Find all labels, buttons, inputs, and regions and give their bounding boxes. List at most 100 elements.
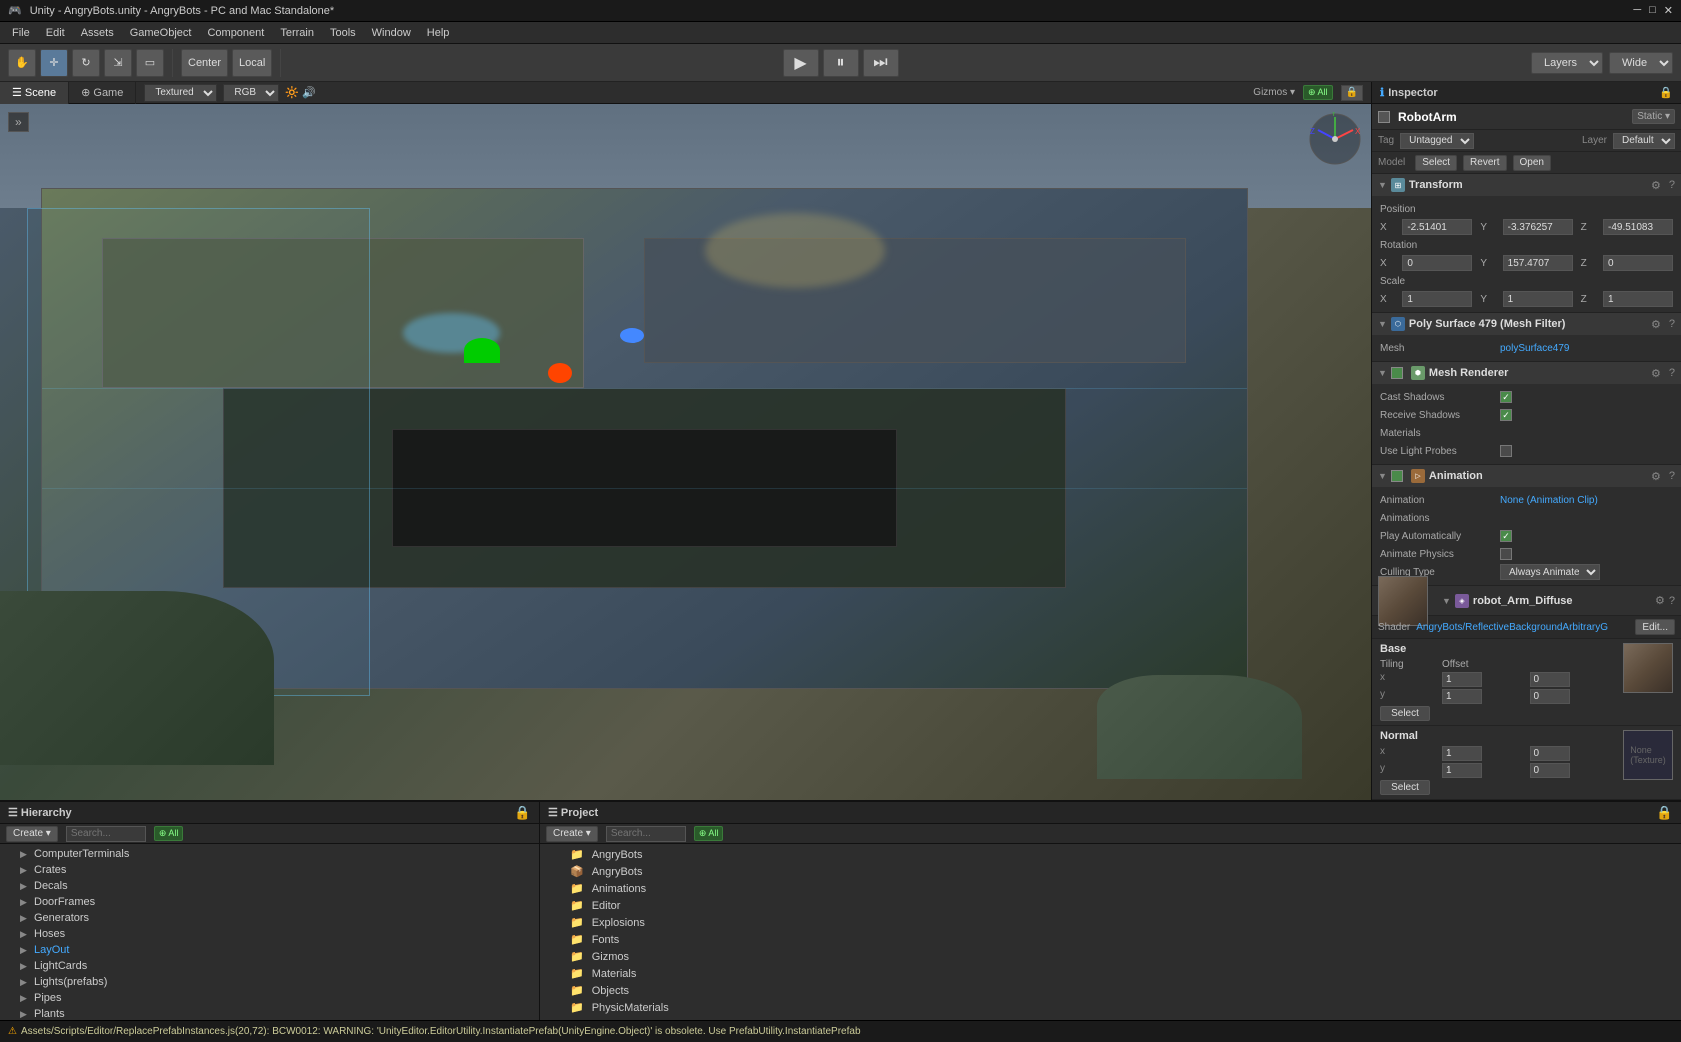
project-search[interactable] — [606, 826, 686, 842]
move-tool[interactable]: ✛ — [40, 49, 68, 77]
rot-x-input[interactable] — [1402, 255, 1472, 271]
inspector-lock[interactable]: 🔒 — [1659, 86, 1673, 99]
meshfilter-help-icon[interactable]: ? — [1669, 318, 1675, 330]
menu-window[interactable]: Window — [364, 27, 419, 39]
hier-item-layout[interactable]: ▶ LayOut — [0, 942, 539, 958]
hand-tool[interactable]: ✋ — [8, 49, 36, 77]
proj-item-prefabs[interactable]: 📁 Prefabs — [540, 1016, 1681, 1020]
textured-dropdown[interactable]: Textured — [144, 84, 217, 102]
use-light-probes-check[interactable] — [1500, 445, 1512, 457]
scene-3d-view[interactable]: X Z Y » — [0, 104, 1371, 800]
menu-component[interactable]: Component — [199, 27, 272, 39]
meshrenderer-enabled[interactable] — [1391, 367, 1403, 379]
play-auto-check[interactable]: ✓ — [1500, 530, 1512, 542]
hierarchy-create-btn[interactable]: Create ▾ — [6, 826, 58, 842]
menu-help[interactable]: Help — [419, 27, 458, 39]
scale-tool[interactable]: ⇲ — [104, 49, 132, 77]
proj-item-fonts[interactable]: 📁 Fonts — [540, 931, 1681, 948]
proj-item-animations[interactable]: 📁 Animations — [540, 880, 1681, 897]
center-button[interactable]: Center — [181, 49, 228, 77]
culling-type-dropdown[interactable]: Always Animate — [1500, 564, 1600, 580]
gizmos-btn[interactable]: Gizmos ▾ — [1253, 87, 1295, 98]
all-btn[interactable]: ⊕ All — [1303, 85, 1333, 100]
transform-header[interactable]: ▼ ⊞ Transform ⚙ ? — [1372, 174, 1681, 196]
proj-item-gizmos[interactable]: 📁 Gizmos — [540, 948, 1681, 965]
scene-icons[interactable]: 🔆 🔊 — [285, 86, 315, 99]
pos-y-input[interactable] — [1503, 219, 1573, 235]
proj-item-physicmaterials[interactable]: 📁 PhysicMaterials — [540, 999, 1681, 1016]
local-button[interactable]: Local — [232, 49, 272, 77]
proj-item-angrybots-folder[interactable]: 📁 AngryBots — [540, 846, 1681, 863]
normal-offset-y[interactable] — [1530, 763, 1570, 778]
base-offset-x[interactable] — [1530, 672, 1570, 687]
hier-item-lights[interactable]: ▶ Lights(prefabs) — [0, 974, 539, 990]
step-button[interactable]: ⏭ — [863, 49, 899, 77]
pos-x-input[interactable] — [1402, 219, 1472, 235]
maximize-btn[interactable]: □ — [1649, 4, 1656, 17]
menu-gameobject[interactable]: GameObject — [122, 27, 200, 39]
collapse-btn[interactable]: » — [8, 112, 29, 132]
cast-shadows-check[interactable]: ✓ — [1500, 391, 1512, 403]
rot-y-input[interactable] — [1503, 255, 1573, 271]
select-model-btn[interactable]: Select — [1415, 155, 1457, 171]
animation-enabled[interactable] — [1391, 470, 1403, 482]
proj-item-angrybots-pkg[interactable]: 📦 AngryBots — [540, 863, 1681, 880]
scale-y-input[interactable] — [1503, 291, 1573, 307]
meshfilter-settings-icon[interactable]: ⚙ — [1651, 318, 1661, 331]
proj-item-materials[interactable]: 📁 Materials — [540, 965, 1681, 982]
menu-tools[interactable]: Tools — [322, 27, 364, 39]
mesh-renderer-header[interactable]: ▼ ⬢ Mesh Renderer ⚙ ? — [1372, 362, 1681, 384]
base-offset-y[interactable] — [1530, 689, 1570, 704]
scale-x-input[interactable] — [1402, 291, 1472, 307]
play-button[interactable]: ▶ — [783, 49, 819, 77]
scene-tab[interactable]: ☰ Scene — [0, 82, 69, 104]
animate-physics-check[interactable] — [1500, 548, 1512, 560]
hier-item-decals[interactable]: ▶ Decals — [0, 878, 539, 894]
menu-edit[interactable]: Edit — [38, 27, 73, 39]
viewport[interactable]: ☰ Scene ⊕ Game Textured RGB 🔆 🔊 Gizmos ▾… — [0, 82, 1371, 800]
rot-z-input[interactable] — [1603, 255, 1673, 271]
hierarchy-search[interactable] — [66, 826, 146, 842]
hier-item-hoses[interactable]: ▶ Hoses — [0, 926, 539, 942]
layer-dropdown[interactable]: Default — [1613, 133, 1675, 149]
project-filter-badge[interactable]: ⊕ All — [694, 826, 724, 841]
layers-dropdown[interactable]: Layers — [1531, 52, 1603, 74]
normal-tiling-y[interactable] — [1442, 763, 1482, 778]
animation-help-icon[interactable]: ? — [1669, 470, 1675, 482]
rgb-dropdown[interactable]: RGB — [223, 84, 279, 102]
normal-texture-thumb[interactable]: None(Texture) — [1623, 730, 1673, 780]
hier-item-lightcards[interactable]: ▶ LightCards — [0, 958, 539, 974]
base-texture-thumb[interactable] — [1623, 643, 1673, 693]
menu-file[interactable]: File — [4, 27, 38, 39]
base-tiling-y[interactable] — [1442, 689, 1482, 704]
meshrenderer-settings-icon[interactable]: ⚙ — [1651, 367, 1661, 380]
scale-z-input[interactable] — [1603, 291, 1673, 307]
inspector-scroll[interactable]: RobotArm Static ▾ Tag Untagged Layer Def… — [1372, 104, 1681, 800]
close-btn[interactable]: ✕ — [1664, 4, 1673, 17]
open-btn[interactable]: Open — [1513, 155, 1551, 171]
static-badge[interactable]: Static ▾ — [1632, 109, 1675, 124]
transform-help-icon[interactable]: ? — [1669, 179, 1675, 191]
rotate-tool[interactable]: ↻ — [72, 49, 100, 77]
minimize-btn[interactable]: ─ — [1633, 4, 1641, 17]
base-select-btn[interactable]: Select — [1380, 706, 1430, 721]
pause-button[interactable]: ⏸ — [823, 49, 859, 77]
proj-item-explosions[interactable]: 📁 Explosions — [540, 914, 1681, 931]
normal-tiling-x[interactable] — [1442, 746, 1482, 761]
normal-offset-x[interactable] — [1530, 746, 1570, 761]
base-tiling-x[interactable] — [1442, 672, 1482, 687]
pos-z-input[interactable] — [1603, 219, 1673, 235]
project-lock[interactable]: 🔒 — [1656, 805, 1673, 821]
hier-item-computerterminals[interactable]: ▶ ComputerTerminals — [0, 846, 539, 862]
hier-item-generators[interactable]: ▶ Generators — [0, 910, 539, 926]
hier-item-plants[interactable]: ▶ Plants — [0, 1006, 539, 1020]
menu-assets[interactable]: Assets — [73, 27, 122, 39]
hier-item-pipes[interactable]: ▶ Pipes — [0, 990, 539, 1006]
receive-shadows-check[interactable]: ✓ — [1500, 409, 1512, 421]
project-create-btn[interactable]: Create ▾ — [546, 826, 598, 842]
menu-terrain[interactable]: Terrain — [272, 27, 322, 39]
normal-select-btn[interactable]: Select — [1380, 780, 1430, 795]
hier-item-crates[interactable]: ▶ Crates — [0, 862, 539, 878]
transform-settings-icon[interactable]: ⚙ — [1651, 179, 1661, 192]
hierarchy-filter-badge[interactable]: ⊕ All — [154, 826, 184, 841]
